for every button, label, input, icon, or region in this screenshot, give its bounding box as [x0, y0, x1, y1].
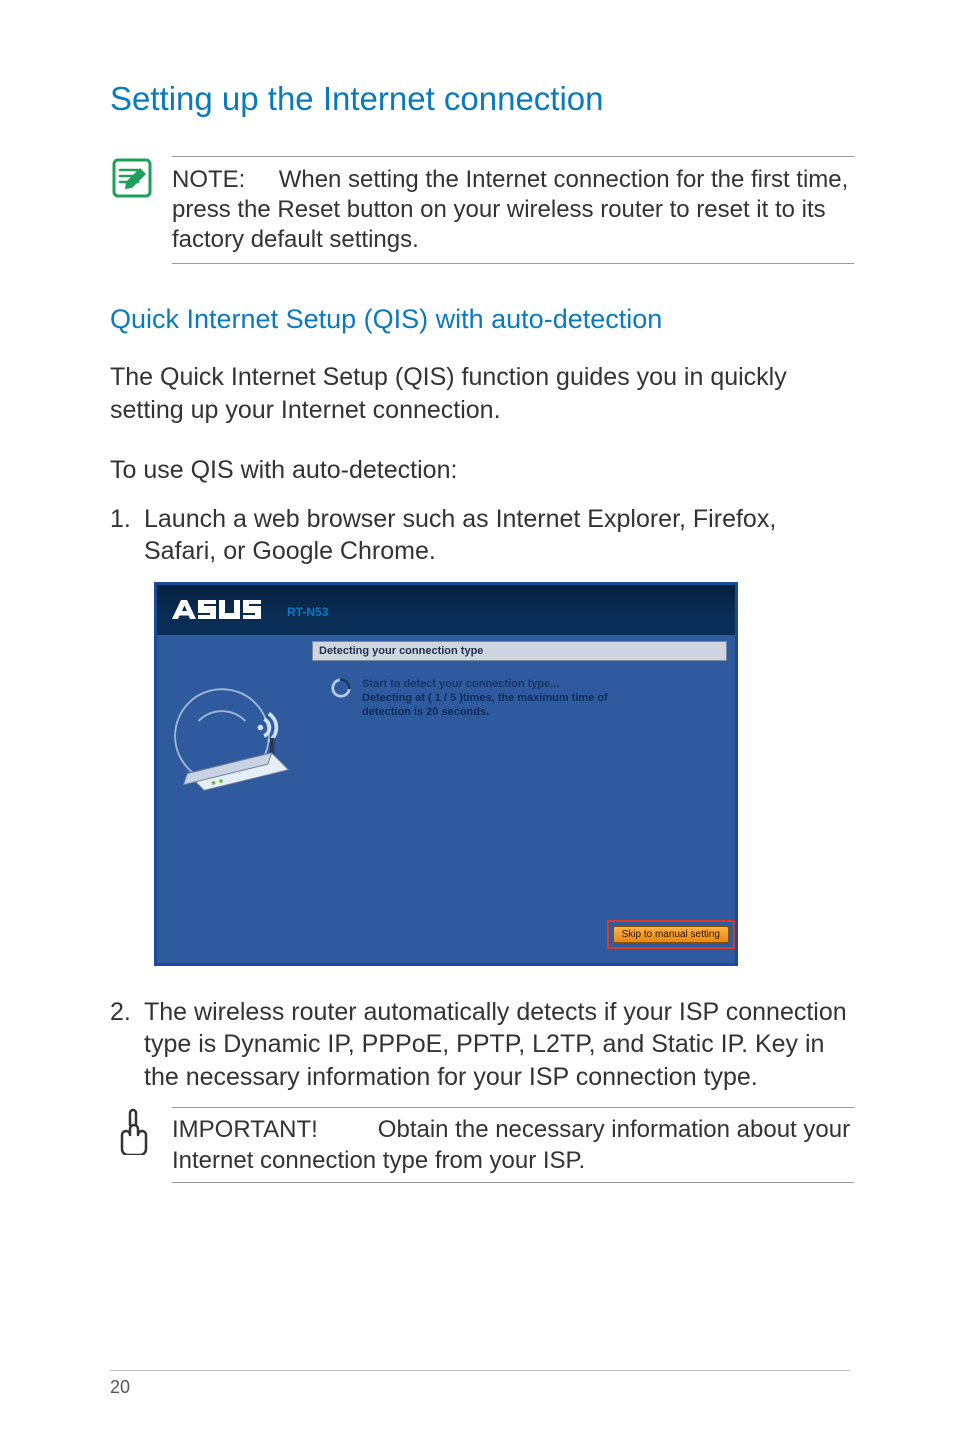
asus-logo	[171, 596, 281, 624]
screenshot-header: RT-N53	[157, 585, 735, 635]
skip-highlight-box: Skip to manual setting	[607, 920, 735, 949]
panel-title: Detecting your connection type	[312, 641, 727, 661]
qis-screenshot: RT-N53 Detecting your connection	[154, 582, 738, 966]
important-block: IMPORTANT! Obtain the necessary informat…	[110, 1107, 854, 1183]
note-text: NOTE: When setting the Internet connecti…	[172, 165, 854, 255]
page-number: 20	[110, 1370, 850, 1398]
note-block: NOTE: When setting the Internet connecti…	[110, 156, 854, 264]
note-body: When setting the Internet connection for…	[172, 166, 848, 253]
router-illustration-pane	[157, 631, 312, 917]
detect-msg-line3: detection is 20 seconds.	[362, 705, 608, 719]
detect-message: Start to detect your connection type... …	[362, 677, 608, 720]
model-label: RT-N53	[287, 605, 328, 619]
detect-msg-line2: Detecting at ( 1 / 5 )times, the maximum…	[362, 691, 608, 705]
important-text: IMPORTANT! Obtain the necessary informat…	[172, 1114, 854, 1176]
step-number: 1.	[110, 503, 144, 568]
instruction-lead: To use QIS with auto-detection:	[110, 454, 854, 487]
note-icon	[110, 156, 154, 200]
page-title: Setting up the Internet connection	[110, 80, 854, 118]
step-2: 2. The wireless router automatically det…	[110, 996, 854, 1094]
important-label: IMPORTANT!	[172, 1116, 318, 1143]
step-body: Launch a web browser such as Internet Ex…	[144, 503, 854, 568]
skip-button[interactable]: Skip to manual setting	[613, 926, 729, 943]
router-illustration	[167, 661, 305, 811]
note-label: NOTE:	[172, 166, 245, 193]
loading-spinner-icon	[330, 677, 352, 699]
important-icon	[110, 1107, 154, 1155]
step-body: The wireless router automatically detect…	[144, 996, 854, 1094]
step-1: 1. Launch a web browser such as Internet…	[110, 503, 854, 568]
detect-msg-line1: Start to detect your connection type...	[362, 677, 608, 691]
step-number: 2.	[110, 996, 144, 1094]
intro-paragraph: The Quick Internet Setup (QIS) function …	[110, 361, 854, 426]
section-heading: Quick Internet Setup (QIS) with auto-det…	[110, 304, 854, 335]
